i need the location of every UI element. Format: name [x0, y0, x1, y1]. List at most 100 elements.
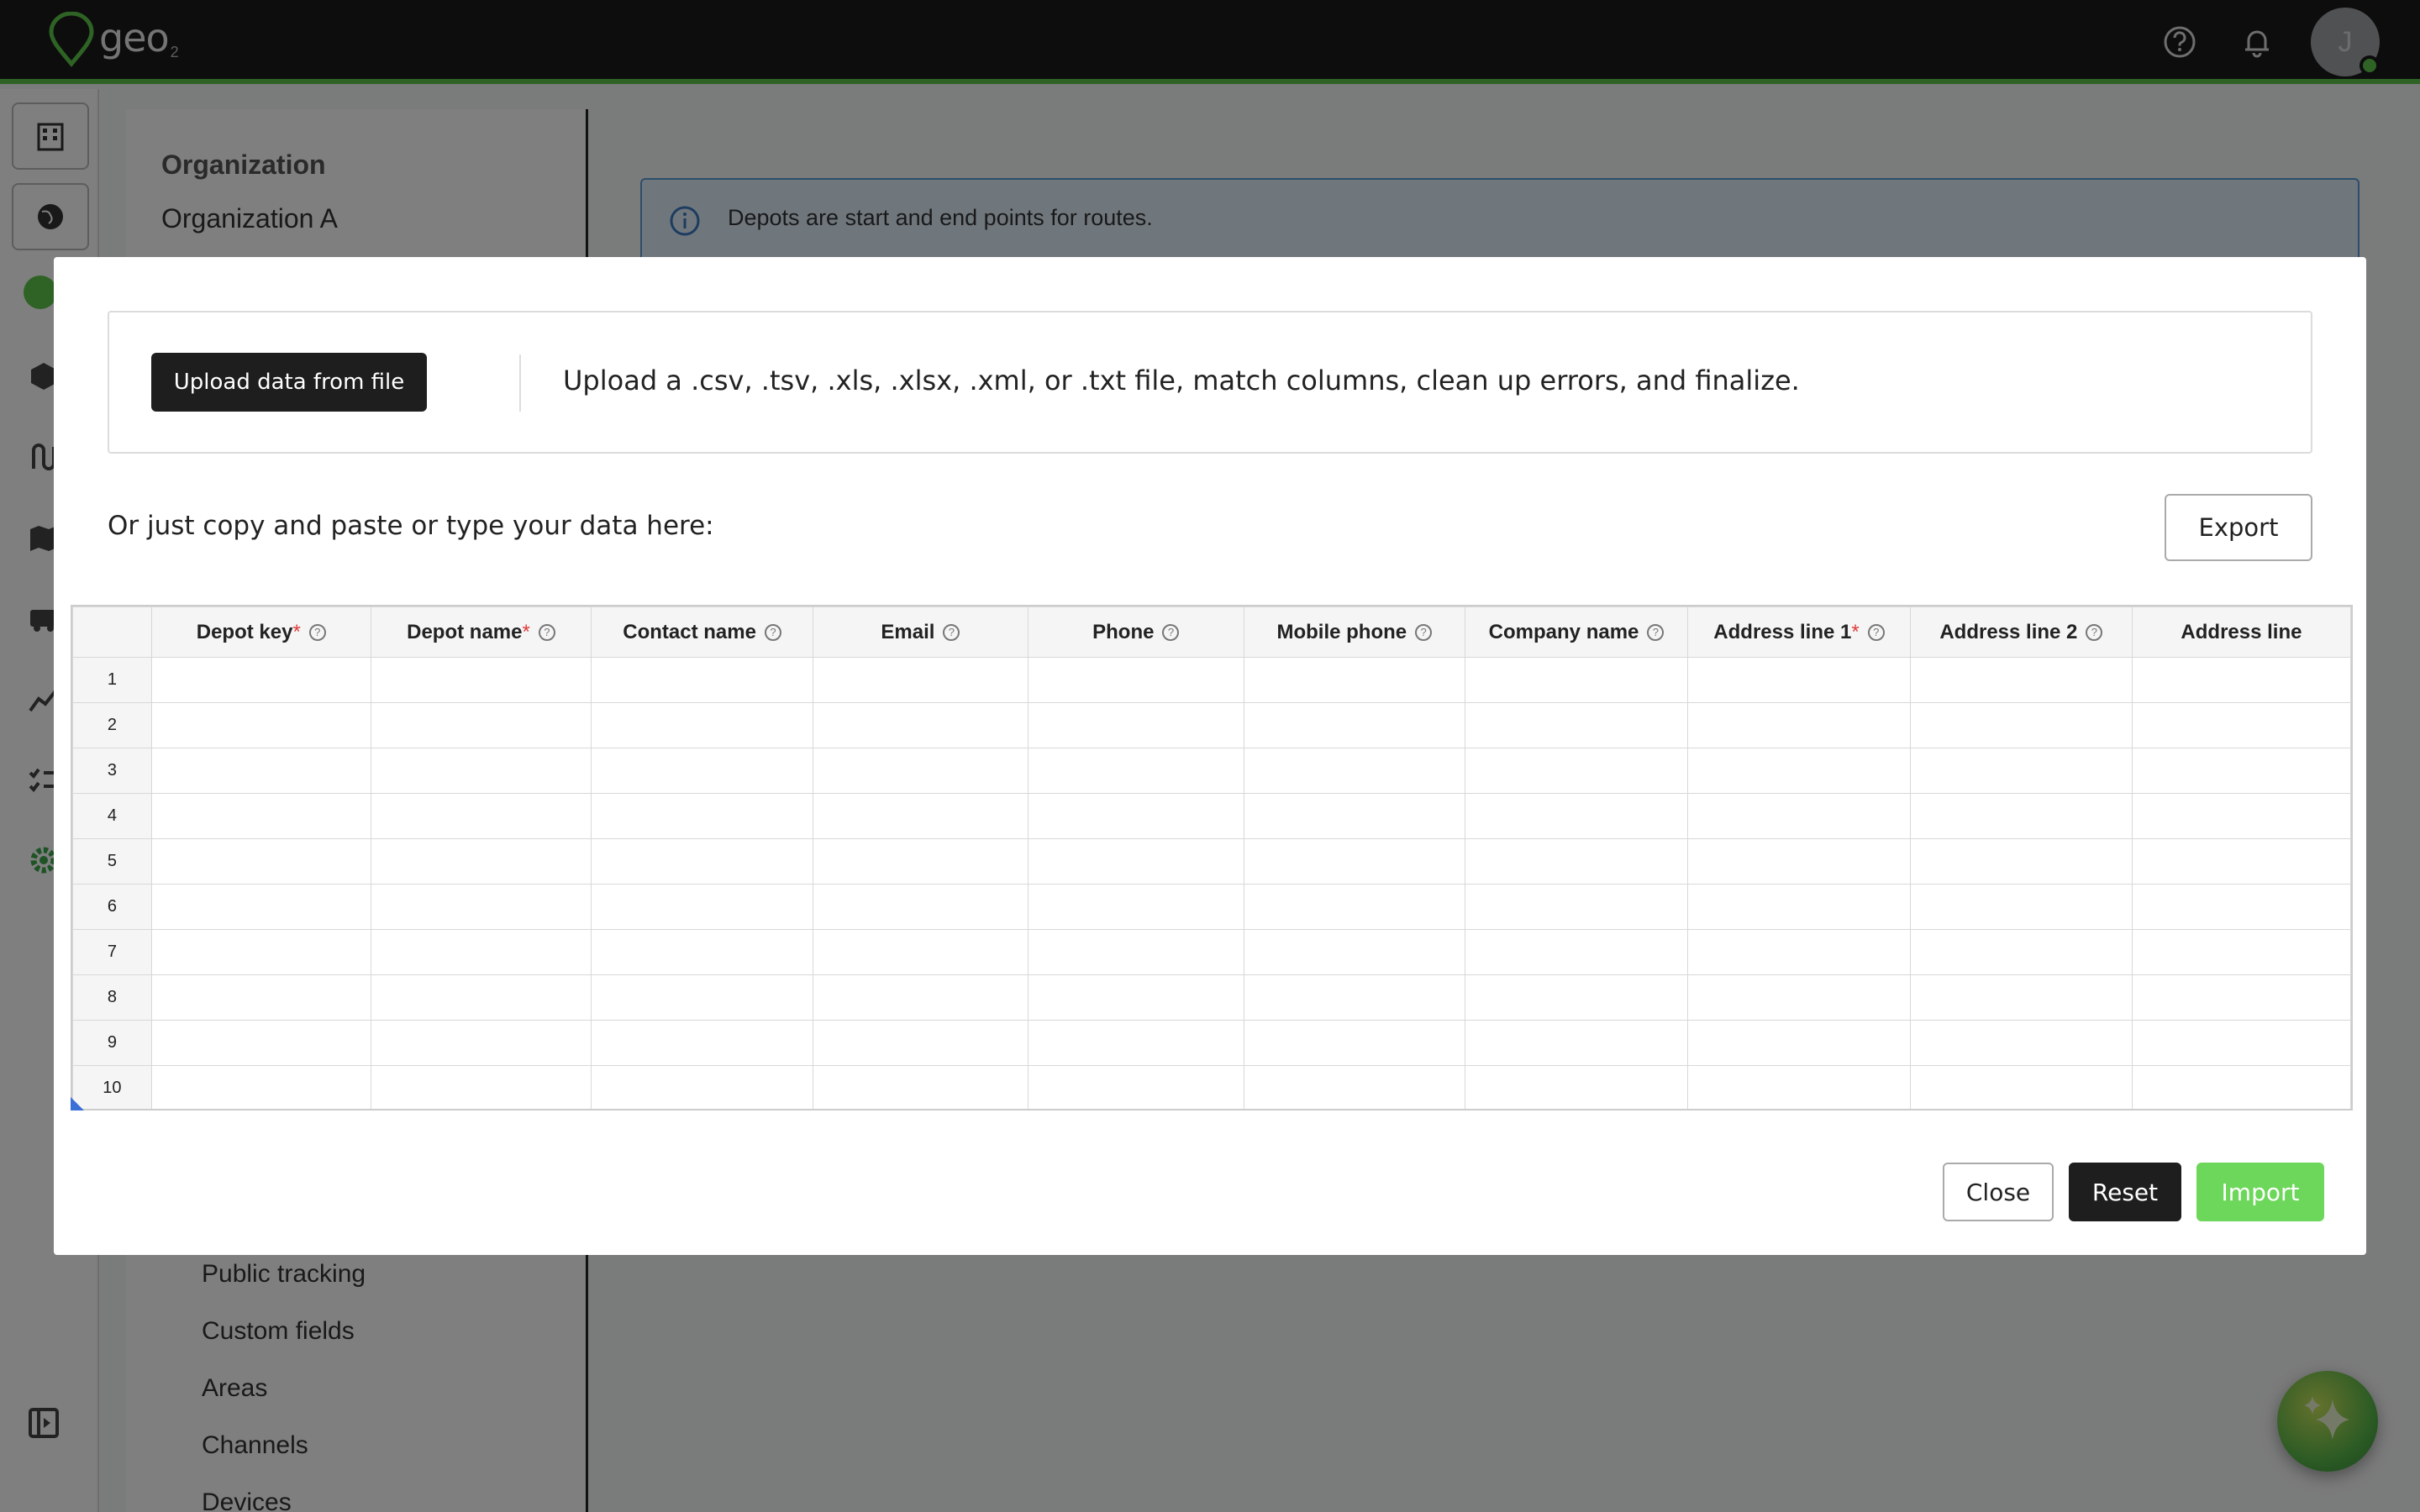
grid-resize-handle[interactable]	[71, 1097, 84, 1110]
column-header[interactable]: Email?	[812, 606, 1028, 658]
grid-cell[interactable]	[370, 974, 592, 1021]
grid-cell[interactable]	[812, 657, 1028, 703]
grid-cell[interactable]	[591, 1020, 813, 1066]
column-header[interactable]: Contact name?	[591, 606, 813, 658]
grid-cell[interactable]	[370, 793, 592, 839]
grid-cell[interactable]	[591, 838, 813, 885]
grid-cell[interactable]	[1027, 1020, 1244, 1066]
grid-cell[interactable]	[370, 1065, 592, 1109]
grid-cell[interactable]	[1464, 702, 1689, 748]
grid-cell[interactable]	[591, 1065, 813, 1109]
grid-cell[interactable]	[1243, 748, 1465, 794]
grid-cell[interactable]	[370, 929, 592, 975]
grid-cell[interactable]	[1909, 884, 2133, 930]
grid-cell[interactable]	[1243, 657, 1465, 703]
grid-cell[interactable]	[812, 884, 1028, 930]
grid-cell[interactable]	[1687, 974, 1911, 1021]
import-button[interactable]: Import	[2196, 1163, 2324, 1221]
grid-cell[interactable]	[812, 793, 1028, 839]
grid-cell[interactable]	[591, 884, 813, 930]
grid-cell[interactable]	[591, 793, 813, 839]
grid-cell[interactable]	[1243, 1065, 1465, 1109]
row-number[interactable]: 4	[72, 793, 152, 839]
grid-cell[interactable]	[370, 884, 592, 930]
help-icon[interactable]: ?	[308, 624, 326, 642]
help-icon[interactable]: ?	[538, 624, 555, 642]
help-icon[interactable]: ?	[943, 624, 960, 642]
grid-cell[interactable]	[2131, 929, 2351, 975]
grid-cell[interactable]	[1687, 1020, 1911, 1066]
reset-button[interactable]: Reset	[2069, 1163, 2181, 1221]
grid-cell[interactable]	[370, 702, 592, 748]
grid-cell[interactable]	[1243, 974, 1465, 1021]
grid-cell[interactable]	[812, 748, 1028, 794]
grid-cell[interactable]	[1464, 838, 1689, 885]
help-icon[interactable]: ?	[1162, 624, 1180, 642]
grid-cell[interactable]	[150, 702, 371, 748]
grid-cell[interactable]	[1243, 884, 1465, 930]
grid-cell[interactable]	[1027, 748, 1244, 794]
grid-cell[interactable]	[1243, 1020, 1465, 1066]
grid-cell[interactable]	[1687, 657, 1911, 703]
grid-cell[interactable]	[1027, 884, 1244, 930]
row-number[interactable]: 8	[72, 974, 152, 1021]
grid-cell[interactable]	[1909, 793, 2133, 839]
grid-cell[interactable]	[1687, 748, 1911, 794]
help-icon[interactable]: ?	[1415, 624, 1433, 642]
grid-cell[interactable]	[150, 657, 371, 703]
grid-cell[interactable]	[2131, 793, 2351, 839]
grid-cell[interactable]	[1027, 657, 1244, 703]
grid-cell[interactable]	[1464, 1065, 1689, 1109]
row-number[interactable]: 9	[72, 1020, 152, 1066]
grid-cell[interactable]	[1027, 929, 1244, 975]
export-button[interactable]: Export	[2165, 494, 2312, 561]
grid-cell[interactable]	[812, 1065, 1028, 1109]
grid-cell[interactable]	[150, 929, 371, 975]
grid-cell[interactable]	[370, 838, 592, 885]
grid-cell[interactable]	[2131, 1065, 2351, 1109]
grid-cell[interactable]	[1909, 929, 2133, 975]
row-number[interactable]: 2	[72, 702, 152, 748]
grid-cell[interactable]	[370, 748, 592, 794]
help-icon[interactable]: ?	[2086, 624, 2103, 642]
grid-cell[interactable]	[1243, 793, 1465, 839]
spreadsheet-grid[interactable]: Depot key*? Depot name*? Contact name? Emai…	[71, 605, 2353, 1110]
grid-cell[interactable]	[1243, 929, 1465, 975]
grid-cell[interactable]	[1909, 702, 2133, 748]
grid-cell[interactable]	[370, 657, 592, 703]
grid-cell[interactable]	[1464, 748, 1689, 794]
column-header[interactable]: Company name?	[1464, 606, 1689, 658]
grid-cell[interactable]	[2131, 748, 2351, 794]
grid-cell[interactable]	[1687, 929, 1911, 975]
grid-cell[interactable]	[1027, 974, 1244, 1021]
data-table[interactable]: Depot key*? Depot name*? Contact name? Emai…	[72, 606, 2351, 1109]
column-header[interactable]: Depot name*?	[370, 606, 592, 658]
help-icon[interactable]: ?	[1647, 624, 1665, 642]
grid-cell[interactable]	[150, 838, 371, 885]
grid-cell[interactable]	[150, 1065, 371, 1109]
help-icon[interactable]: ?	[1867, 624, 1885, 642]
grid-cell[interactable]	[2131, 884, 2351, 930]
close-button[interactable]: Close	[1943, 1163, 2054, 1221]
column-header[interactable]: Depot key*?	[150, 606, 371, 658]
grid-cell[interactable]	[1027, 793, 1244, 839]
grid-cell[interactable]	[1464, 1020, 1689, 1066]
grid-cell[interactable]	[150, 793, 371, 839]
upload-file-button[interactable]: Upload data from file	[151, 353, 427, 412]
grid-cell[interactable]	[1243, 838, 1465, 885]
grid-cell[interactable]	[150, 884, 371, 930]
grid-cell[interactable]	[1687, 1065, 1911, 1109]
grid-cell[interactable]	[1464, 793, 1689, 839]
grid-cell[interactable]	[1027, 1065, 1244, 1109]
grid-cell[interactable]	[1243, 702, 1465, 748]
grid-cell[interactable]	[2131, 657, 2351, 703]
grid-cell[interactable]	[591, 929, 813, 975]
grid-cell[interactable]	[812, 702, 1028, 748]
grid-cell[interactable]	[812, 838, 1028, 885]
column-header[interactable]: Address line	[2131, 606, 2351, 658]
grid-cell[interactable]	[1909, 974, 2133, 1021]
corner-header-cell[interactable]	[72, 606, 152, 658]
row-number[interactable]: 3	[72, 748, 152, 794]
grid-cell[interactable]	[591, 748, 813, 794]
grid-cell[interactable]	[591, 657, 813, 703]
